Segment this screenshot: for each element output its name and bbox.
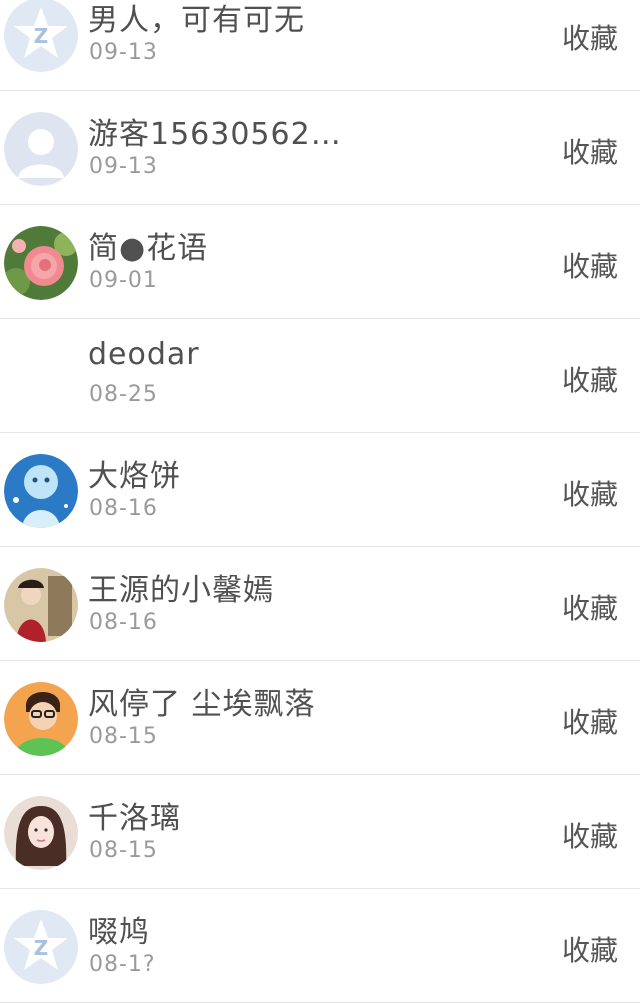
visit-date: 09-13 <box>89 40 158 65</box>
favorite-button[interactable]: 收藏 <box>562 359 618 399</box>
visit-date: 09-01 <box>89 268 158 293</box>
user-name[interactable]: deodar <box>88 337 200 372</box>
visit-date: 09-13 <box>89 154 158 179</box>
user-name[interactable]: 千洛璃 <box>88 793 181 837</box>
user-name[interactable]: 男人，可有可无 <box>88 0 305 39</box>
user-name[interactable]: 风停了 尘埃飘落 <box>88 679 316 723</box>
qzone-default-avatar-icon[interactable]: Z <box>4 910 78 984</box>
svg-text:Z: Z <box>34 24 49 48</box>
svg-text:Z: Z <box>34 936 49 960</box>
list-item[interactable]: Z 男人，可有可无 09-13 收藏 <box>0 0 640 91</box>
list-item[interactable]: deodar 08-25 收藏 <box>0 319 640 433</box>
favorite-button[interactable]: 收藏 <box>562 245 618 285</box>
visit-date: 08-1? <box>89 952 156 977</box>
favorite-button[interactable]: 收藏 <box>562 473 618 513</box>
boy-glasses-avatar[interactable] <box>4 682 78 756</box>
visit-date: 08-16 <box>89 610 158 635</box>
favorite-button[interactable]: 收藏 <box>562 587 618 627</box>
favorite-button[interactable]: 收藏 <box>562 131 618 171</box>
list-item[interactable]: 大烙饼 08-16 收藏 <box>0 433 640 547</box>
list-item[interactable]: 王源的小馨嫣 08-16 收藏 <box>0 547 640 661</box>
favorite-button[interactable]: 收藏 <box>562 815 618 855</box>
qzone-default-avatar-icon[interactable]: Z <box>4 0 78 72</box>
girl-portrait-avatar[interactable] <box>4 796 78 870</box>
favorite-button[interactable]: 收藏 <box>562 17 618 57</box>
user-name[interactable]: 游客15630562… <box>88 109 342 153</box>
blue-cartoon-avatar[interactable] <box>4 454 78 528</box>
visit-date: 08-15 <box>89 838 158 863</box>
default-person-avatar-icon[interactable] <box>4 112 78 186</box>
favorite-button[interactable]: 收藏 <box>562 929 618 969</box>
user-name[interactable]: 大烙饼 <box>88 451 181 495</box>
list-item[interactable]: 游客15630562… 09-13 收藏 <box>0 91 640 205</box>
list-item[interactable]: Z 啜鸠 08-1? 收藏 <box>0 889 640 1003</box>
visit-date: 08-16 <box>89 496 158 521</box>
costume-figure-avatar[interactable] <box>4 568 78 642</box>
visitor-list: Z 男人，可有可无 09-13 收藏 游客15630562… 09-13 收藏 <box>0 0 640 1003</box>
user-name[interactable]: 简●花语 <box>88 223 208 267</box>
user-name[interactable]: 啜鸠 <box>88 907 150 951</box>
list-item[interactable]: 千洛璃 08-15 收藏 <box>0 775 640 889</box>
favorite-button[interactable]: 收藏 <box>562 701 618 741</box>
visit-date: 08-15 <box>89 724 158 749</box>
list-item[interactable]: 风停了 尘埃飘落 08-15 收藏 <box>0 661 640 775</box>
list-item[interactable]: 简●花语 09-01 收藏 <box>0 205 640 319</box>
user-name[interactable]: 王源的小馨嫣 <box>88 565 274 609</box>
rose-photo-avatar[interactable] <box>4 226 78 300</box>
visit-date: 08-25 <box>89 382 158 407</box>
